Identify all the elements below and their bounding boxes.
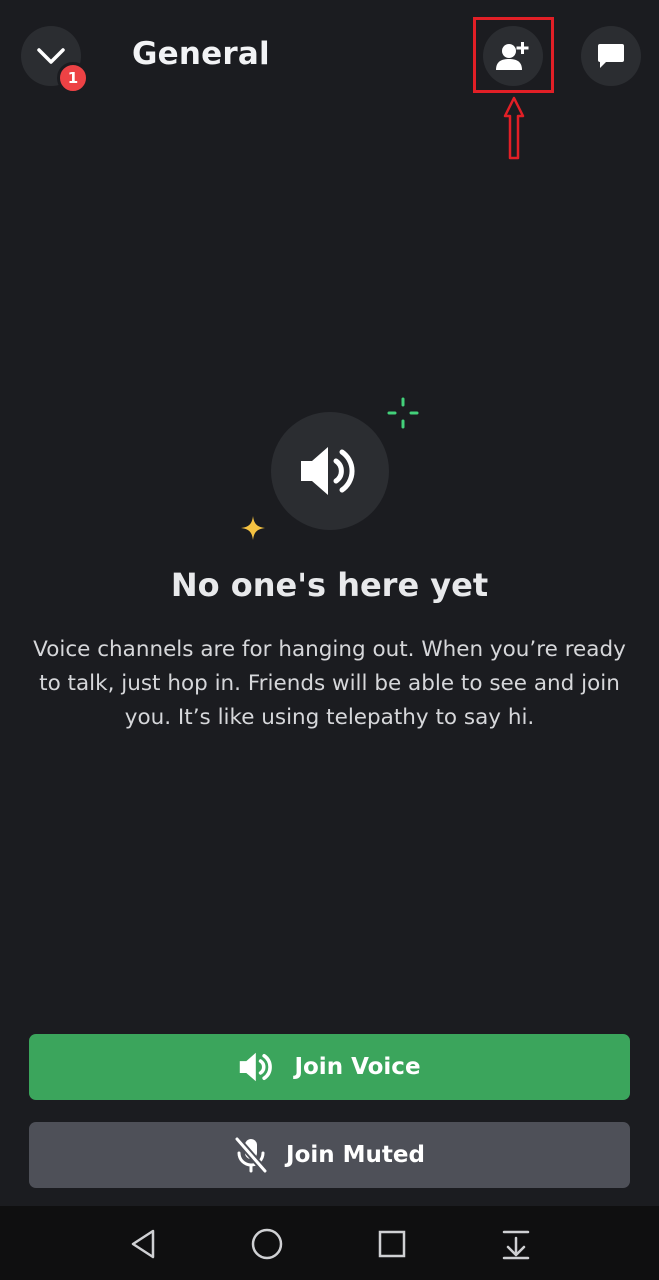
- nav-back-button[interactable]: [123, 1224, 163, 1264]
- nav-home-button[interactable]: [247, 1224, 287, 1264]
- join-voice-label: Join Voice: [294, 1054, 421, 1080]
- annotation-arrow-icon: [503, 96, 525, 160]
- nav-recents-button[interactable]: [372, 1224, 412, 1264]
- recents-icon: [378, 1230, 406, 1258]
- join-muted-button[interactable]: Join Muted: [29, 1122, 630, 1188]
- nav-notifications-button[interactable]: [496, 1224, 536, 1264]
- speaker-icon: [301, 447, 355, 495]
- channel-title: General: [132, 36, 270, 72]
- channel-header: 1 General: [0, 0, 659, 160]
- sparkle-green-icon: [387, 397, 419, 429]
- join-muted-label: Join Muted: [286, 1142, 425, 1168]
- highlight-box: [473, 17, 554, 93]
- empty-state-title: No one's here yet: [170, 566, 489, 604]
- chat-icon: [598, 44, 624, 68]
- system-nav-bar: [0, 1206, 659, 1280]
- chat-button[interactable]: [581, 26, 641, 86]
- sparkle-yellow-icon: [241, 516, 265, 540]
- chevron-down-icon: [37, 48, 65, 64]
- notifications-down-icon: [502, 1230, 530, 1260]
- mic-off-icon: [234, 1137, 269, 1173]
- back-icon: [131, 1229, 155, 1259]
- notification-badge: 1: [57, 62, 89, 94]
- empty-state-description: Voice channels are for hanging out. When…: [33, 637, 626, 730]
- home-icon: [251, 1228, 283, 1260]
- voice-channel-illustration: [271, 412, 389, 530]
- speaker-icon: [240, 1052, 273, 1082]
- join-voice-button[interactable]: Join Voice: [29, 1034, 630, 1100]
